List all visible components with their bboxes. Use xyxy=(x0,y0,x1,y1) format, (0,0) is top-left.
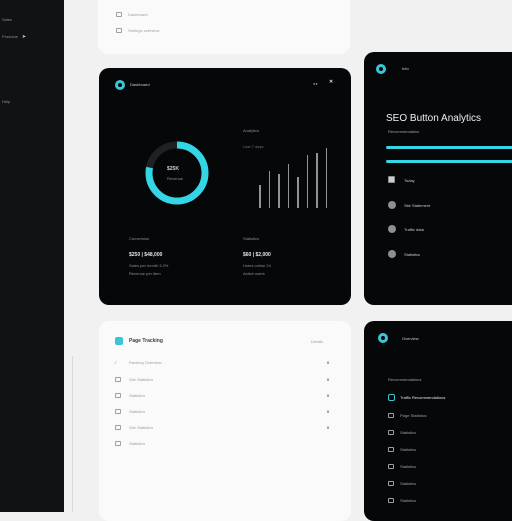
table-row[interactable]: Site Statistics xyxy=(129,377,153,382)
doc-icon xyxy=(388,413,394,418)
donut-value: $25K xyxy=(167,166,179,172)
doc-icon xyxy=(116,12,122,17)
list-item[interactable]: Dashboard xyxy=(128,12,148,17)
row-value: 0 xyxy=(327,377,330,382)
donut-label: Revenue xyxy=(167,176,184,181)
table-row[interactable]: Statistics xyxy=(129,441,145,446)
logo-icon xyxy=(378,333,388,343)
bar-chart xyxy=(251,148,331,208)
doc-icon xyxy=(115,425,121,430)
recommendations-card: Overview Recommendations Traffic Recomme… xyxy=(364,321,512,521)
chart-bar xyxy=(316,152,318,208)
doc-icon xyxy=(388,464,394,469)
globe-icon xyxy=(388,201,396,209)
target-icon xyxy=(388,225,396,233)
chart-bar xyxy=(268,170,271,208)
doc-icon xyxy=(115,377,121,382)
top-card: Dashboard Settings overview xyxy=(98,0,350,54)
tracking-card: Page Tracking Details ⁄⁄ Ranking Overvie… xyxy=(99,321,351,521)
doc-icon xyxy=(115,441,121,446)
chart-bar xyxy=(325,148,328,208)
chart-bar xyxy=(287,163,290,208)
card-title: Dashboard xyxy=(130,82,150,87)
table-row[interactable]: Ranking Overview xyxy=(129,360,161,365)
chart-bar xyxy=(278,173,280,208)
row-value: 0 xyxy=(327,360,330,365)
row-value: 0 xyxy=(327,393,330,398)
table-row[interactable]: Statistics xyxy=(129,393,145,398)
table-row[interactable]: Site Statistics xyxy=(129,425,153,430)
highlight-icon xyxy=(388,394,395,401)
stat-sub: Revenue per item xyxy=(129,271,161,276)
sidebar-item-products[interactable]: Products ➤ xyxy=(2,34,26,40)
list-item[interactable]: Site Statement xyxy=(404,203,430,208)
list-item[interactable]: Statistics xyxy=(400,481,416,486)
cursor-icon: ➤ xyxy=(21,34,27,40)
row-value: 0 xyxy=(327,409,330,414)
sidebar-item-label: Products xyxy=(2,34,18,39)
doc-icon xyxy=(388,447,394,452)
sidebar-item-help[interactable]: Help xyxy=(2,99,10,104)
list-item[interactable]: Statistics xyxy=(404,252,420,257)
more-icon[interactable]: ●● xyxy=(313,81,318,86)
stat-sub: Active users xyxy=(243,271,265,276)
seo-card: Info SEO Button Analytics Recommendation… xyxy=(364,52,512,305)
sidebar: Sales Products ➤ Help xyxy=(0,0,64,512)
list-item[interactable]: Statistics xyxy=(400,447,416,452)
logo-icon xyxy=(115,80,125,90)
highlight-item[interactable]: Traffic Recommendations xyxy=(400,395,445,400)
details-link[interactable]: Details xyxy=(311,339,323,344)
list-item[interactable]: Today xyxy=(404,178,415,183)
chart-bar xyxy=(306,155,309,208)
doc-icon xyxy=(388,430,394,435)
card-subtitle: Recommendation xyxy=(388,129,420,134)
doc-icon xyxy=(388,481,394,486)
progress-line xyxy=(386,146,512,149)
doc-icon xyxy=(115,393,121,398)
card-title: SEO Button Analytics xyxy=(386,113,482,124)
list-item[interactable]: Settings overview xyxy=(128,28,159,33)
stat-value: $60 | $2,000 xyxy=(243,252,271,258)
row-value: 0 xyxy=(327,425,330,430)
card-title: Page Tracking xyxy=(129,338,163,344)
list-item[interactable]: Page Statistics xyxy=(400,413,426,418)
close-icon[interactable]: ✕ xyxy=(329,79,333,85)
scroll-divider xyxy=(72,356,73,512)
list-item[interactable]: Traffic data xyxy=(404,227,424,232)
stat-sub: Sales per month 3.2% xyxy=(129,263,169,268)
chart-title: Analytics xyxy=(243,128,260,133)
tracking-icon xyxy=(115,337,123,345)
sidebar-item-label: Sales xyxy=(2,17,13,22)
stat-label: Conversion xyxy=(129,236,150,241)
doc-icon xyxy=(115,409,121,414)
chart-bar xyxy=(259,185,261,208)
doc-icon xyxy=(388,498,394,503)
sales-card: Dashboard ●● ✕ $25K Revenue Analytics La… xyxy=(99,68,351,305)
table-row[interactable]: Statistics xyxy=(129,409,145,414)
card-subtitle: Recommendations xyxy=(388,377,422,382)
chart-bar xyxy=(297,176,299,208)
logo-icon xyxy=(376,64,386,74)
card-header: Overview xyxy=(402,336,419,341)
doc-icon xyxy=(116,28,122,33)
donut-chart xyxy=(145,141,209,205)
progress-line xyxy=(386,160,512,163)
settings-icon xyxy=(388,250,396,258)
stat-sub: Users online 24 xyxy=(243,263,271,268)
stat-label: Statistics xyxy=(243,236,260,241)
sidebar-item-sales[interactable]: Sales xyxy=(2,17,12,22)
stat-value: $250 | $48,000 xyxy=(129,252,163,258)
list-item[interactable]: Statistics xyxy=(400,498,416,503)
sidebar-item-label: Help xyxy=(2,99,11,104)
list-item[interactable]: Statistics xyxy=(400,464,416,469)
chart-icon: ⁄⁄ xyxy=(115,360,117,365)
card-header: Info xyxy=(402,66,409,71)
list-item[interactable]: Statistics xyxy=(400,430,416,435)
calendar-icon xyxy=(388,176,395,183)
